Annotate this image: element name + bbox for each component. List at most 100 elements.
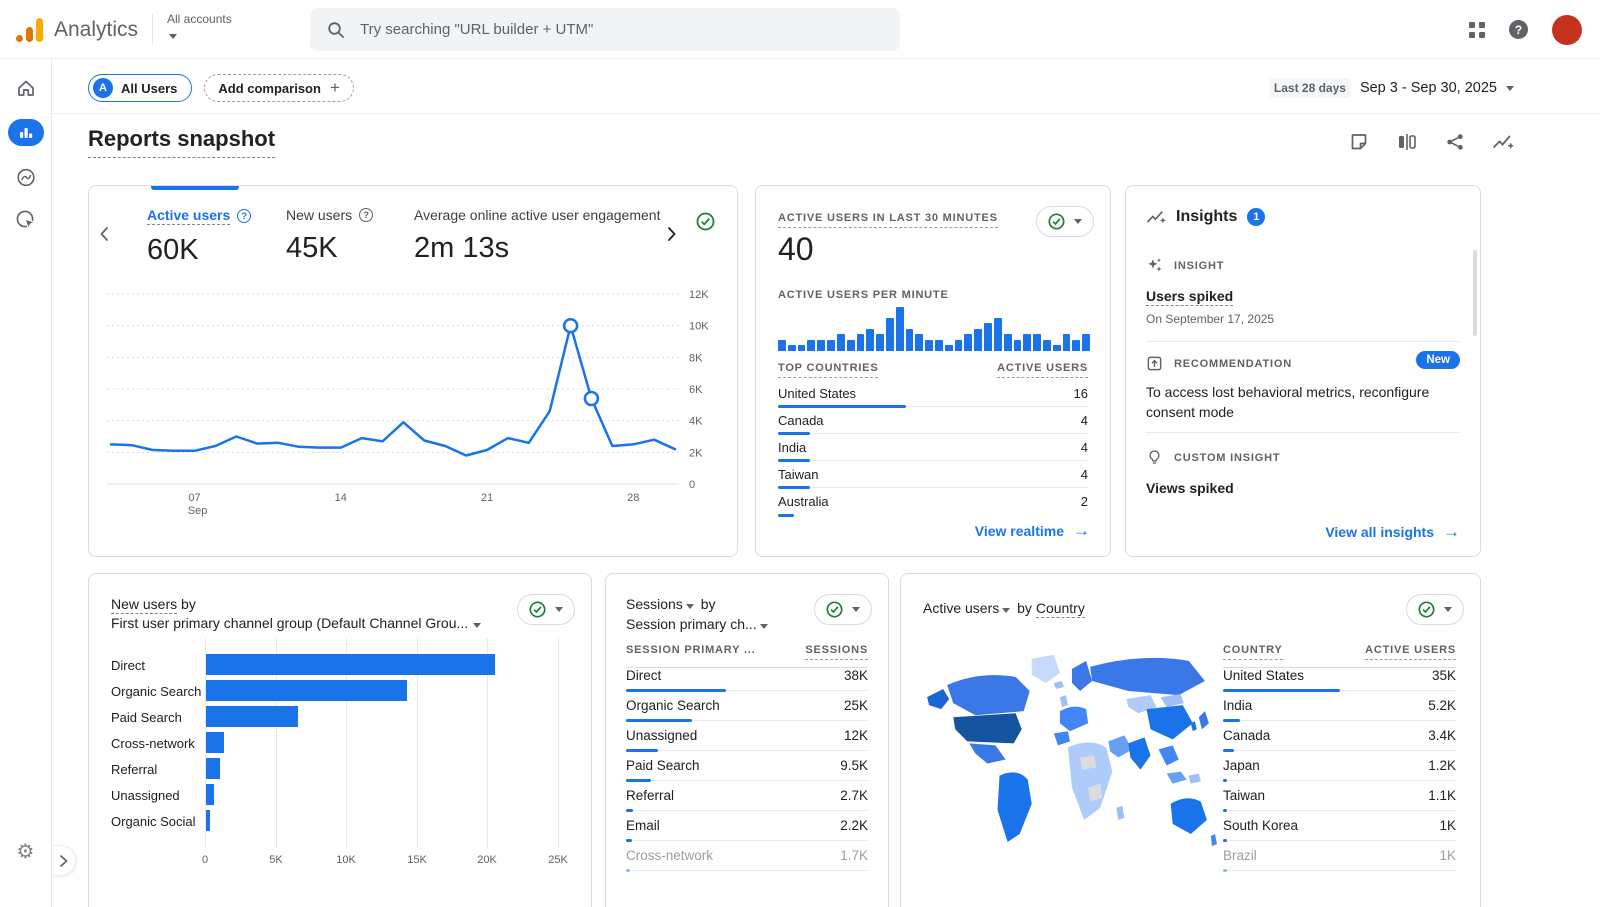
sparkle-icon [1146, 257, 1163, 274]
insight-users-spiked[interactable]: Users spiked [1146, 288, 1233, 306]
next-metrics-chevron[interactable] [667, 226, 677, 247]
sidebar-item-admin[interactable]: ⚙ [17, 839, 35, 864]
search-icon [327, 21, 345, 39]
add-note-icon[interactable] [1349, 132, 1369, 152]
svg-text:21: 21 [481, 492, 493, 504]
bar-row: Cross-network [111, 732, 573, 758]
search-input[interactable]: Try searching "URL builder + UTM" [310, 8, 900, 51]
data-quality-check-icon[interactable] [696, 212, 715, 236]
add-comparison-button[interactable]: Add comparison + [204, 74, 354, 102]
metric-tab-new-users[interactable]: New users? 45K [286, 207, 373, 265]
chevron-down-icon [760, 624, 768, 629]
table-row: Email2.2K [626, 811, 868, 841]
minute-bar [1004, 334, 1012, 351]
value-bar [1223, 689, 1340, 692]
svg-text:10K: 10K [689, 321, 709, 333]
sidebar-item-explore[interactable] [15, 167, 36, 188]
bar-label: Paid Search [111, 710, 203, 725]
minute-bar [847, 340, 855, 351]
table-row: Referral2.7K [626, 781, 868, 811]
svg-text:14: 14 [335, 492, 347, 504]
chevron-down-icon [1506, 86, 1514, 91]
sidebar-item-reports-active[interactable] [8, 119, 44, 146]
metric-value: 2m 13s [414, 232, 660, 265]
card-title[interactable]: New users by First user primary channel … [111, 595, 481, 633]
avatar[interactable] [1552, 15, 1582, 45]
view-all-insights-link[interactable]: View all insights→ [1325, 522, 1460, 542]
check-circle-icon [826, 601, 843, 618]
table-row: Cross-network1.7K [626, 841, 868, 871]
prev-metrics-chevron[interactable] [99, 226, 109, 247]
recommendation-section-label: RECOMMENDATION [1146, 355, 1292, 372]
data-quality-dropdown[interactable] [517, 594, 575, 625]
view-realtime-link[interactable]: View realtime→ [975, 521, 1090, 541]
card-title[interactable]: Active users by Country [923, 598, 1085, 618]
minute-bar [866, 329, 874, 351]
minute-bar [906, 329, 914, 351]
metric-tab-engagement[interactable]: Average online active user engagement 2m… [414, 207, 660, 265]
value-bar [778, 486, 810, 489]
value-bar [626, 869, 630, 872]
card-title[interactable]: Sessions by Session primary ch... [626, 594, 771, 634]
table-row: Canada4 [778, 407, 1088, 434]
minute-bar [964, 334, 972, 351]
account-switcher[interactable]: All accounts [167, 12, 232, 44]
chevron-down-icon [169, 34, 177, 39]
svg-text:8K: 8K [689, 352, 703, 364]
bar [206, 784, 214, 805]
minute-bar [778, 340, 786, 351]
account-switcher-label: All accounts [167, 12, 232, 26]
recommendation-text[interactable]: To access lost behavioral metrics, recon… [1146, 383, 1442, 422]
help-icon[interactable]: ? [1509, 20, 1528, 39]
search-placeholder: Try searching "URL builder + UTM" [360, 21, 593, 38]
bar-label: Unassigned [111, 788, 203, 803]
help-circle-icon[interactable]: ? [359, 208, 373, 222]
apps-grid-icon[interactable] [1469, 22, 1485, 38]
sidebar-item-advertising[interactable] [15, 209, 37, 231]
segment-avatar: A [93, 78, 113, 98]
segment-chip-all-users[interactable]: A All Users [88, 74, 192, 102]
data-quality-dropdown[interactable] [1036, 206, 1094, 237]
table-row: Australia2 [778, 488, 1088, 515]
recommendation-icon [1146, 355, 1163, 372]
bar-label: Cross-network [111, 736, 203, 751]
new-badge: New [1416, 351, 1460, 369]
value-bar [626, 839, 632, 842]
data-quality-dropdown[interactable] [1406, 594, 1464, 625]
comparison-mode-icon[interactable] [1396, 132, 1418, 152]
divider [1146, 341, 1460, 342]
arrow-right-icon: → [1073, 521, 1090, 541]
value-bar [1223, 749, 1234, 752]
metric-tab-active-users[interactable]: Active users? 60K [147, 207, 251, 267]
table-row: Direct38K [626, 661, 868, 691]
axis-tick-label: 15K [397, 854, 437, 866]
sessions-card: Sessions by Session primary ch... SESSIO… [605, 573, 889, 907]
scrollbar[interactable] [1473, 250, 1477, 336]
insights-header: Insights 1 [1146, 208, 1265, 226]
realtime-table-header: TOP COUNTRIES ACTIVE USERS [778, 362, 1088, 378]
realtime-title[interactable]: ACTIVE USERS IN LAST 30 MINUTES [778, 212, 998, 228]
share-icon[interactable] [1445, 132, 1465, 152]
minute-bar [945, 345, 953, 351]
chevron-down-icon [1074, 219, 1082, 224]
insights-icon[interactable] [1492, 132, 1514, 152]
insight-views-spiked[interactable]: Views spiked [1146, 480, 1234, 496]
minute-bar [886, 318, 894, 351]
data-quality-dropdown[interactable] [814, 594, 872, 625]
topbar-divider [152, 14, 153, 45]
bar [206, 732, 224, 753]
analytics-logo[interactable]: Analytics [16, 0, 138, 59]
table-row: Taiwan1.1K [1223, 781, 1456, 811]
bar-row: Direct [111, 654, 573, 680]
svg-text:4K: 4K [689, 416, 703, 428]
help-circle-icon[interactable]: ? [237, 209, 251, 223]
value-bar [1223, 779, 1227, 782]
insight-date: On September 17, 2025 [1146, 312, 1274, 326]
minute-bar [935, 340, 943, 351]
date-range-picker[interactable]: Last 28 days Sep 3 - Sep 30, 2025 [1269, 74, 1514, 102]
active-users-by-country-card: Active users by Country [900, 573, 1481, 907]
value-bar [1223, 869, 1227, 872]
sidebar-item-home[interactable] [16, 78, 36, 98]
table-row: Brazil1K [1223, 841, 1456, 871]
comparison-controls: A All Users Add comparison + [88, 74, 354, 102]
